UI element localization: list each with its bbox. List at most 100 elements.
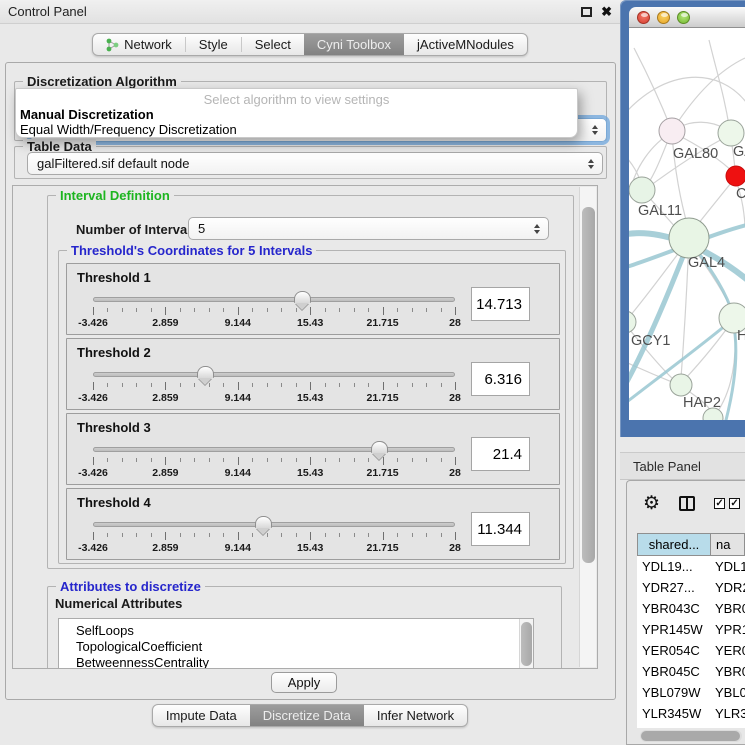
table-row[interactable]: YIL052CYIL0	[637, 724, 745, 728]
table-row[interactable]: YLR345WYLR3	[637, 703, 745, 724]
table-horizontal-scrollbar[interactable]	[640, 730, 742, 742]
network-node[interactable]	[718, 120, 744, 146]
tick-label: 2.859	[135, 542, 195, 554]
attribute-list-item[interactable]: BetweennessCentrality	[59, 655, 533, 669]
checkbox-group: ✓ ✓	[714, 498, 740, 509]
network-node[interactable]	[669, 218, 709, 258]
stepper-icon	[534, 224, 540, 234]
cell-name: YER0	[711, 643, 745, 658]
tick-label: 2.859	[135, 467, 195, 479]
popup-placeholder: Select algorithm to view settings	[16, 92, 577, 107]
checkbox-icon[interactable]: ✓	[714, 498, 725, 509]
checkbox-icon[interactable]: ✓	[729, 498, 740, 509]
network-node[interactable]	[726, 166, 745, 186]
zoom-traffic-light-icon[interactable]	[677, 11, 690, 24]
tick-label: 15.43	[280, 317, 340, 329]
apply-button[interactable]: Apply	[271, 672, 337, 693]
tab-label: Network	[124, 37, 172, 52]
node-label: C	[736, 186, 745, 202]
tick-label: 15.43	[280, 392, 340, 404]
slider-track[interactable]	[93, 447, 455, 452]
column-header[interactable]: shared...	[637, 533, 711, 556]
cyni-toolbox-panel: Discretization Algorithm Select algorith…	[5, 62, 616, 700]
num-intervals-combo[interactable]: 5	[188, 217, 549, 240]
numerical-attributes-list[interactable]: SelfLoopsTopologicalCoefficientBetweenne…	[58, 618, 534, 669]
threshold-label: Threshold 1	[77, 270, 151, 285]
minimize-traffic-light-icon[interactable]	[657, 11, 670, 24]
threshold-value-field[interactable]: 11.344	[471, 512, 530, 546]
slider-thumb[interactable]	[197, 366, 214, 378]
threshold-slider[interactable]: -3.4262.8599.14415.4321.71528	[93, 365, 455, 407]
network-node[interactable]	[629, 177, 655, 203]
node-label: GAL4	[688, 255, 725, 271]
table-row[interactable]: YDL19...YDL1	[637, 556, 745, 577]
gear-icon[interactable]: ⚙	[643, 494, 660, 513]
close-icon[interactable]: ✖	[601, 5, 612, 18]
tick-label: -3.426	[63, 392, 123, 404]
attributes-list-scrollbar[interactable]	[519, 619, 533, 669]
column-header[interactable]: na	[711, 533, 745, 556]
group-table-data: Table Data galFiltered.sif default node	[14, 146, 607, 179]
cell-shared-name: YBR043C	[637, 601, 711, 616]
columns-icon[interactable]	[679, 496, 695, 511]
num-intervals-value: 5	[198, 221, 205, 236]
tab-network[interactable]: Network	[93, 34, 185, 55]
popup-item-equal-width-frequency[interactable]: Equal Width/Frequency Discretization	[16, 122, 577, 137]
cell-name: YDL1	[711, 559, 745, 574]
tab-discretize-data[interactable]: Discretize Data	[250, 705, 364, 726]
threshold-value-field[interactable]: 14.713	[471, 287, 530, 321]
float-window-icon[interactable]	[581, 7, 592, 17]
group-attributes: Attributes to discretize Numerical Attri…	[47, 586, 562, 669]
slider-thumb[interactable]	[255, 516, 272, 528]
table-row[interactable]: YBR043CYBR0	[637, 598, 745, 619]
network-canvas[interactable]: GAL80GAGAL11CGAL4GCY1HHAP2	[629, 28, 745, 420]
threshold-value-field[interactable]: 21.4	[471, 437, 530, 471]
popup-item-manual-discretization[interactable]: Manual Discretization	[16, 107, 577, 122]
bottom-tab-strip: Impute DataDiscretize DataInfer Network	[152, 704, 468, 727]
threshold-slider[interactable]: -3.4262.8599.14415.4321.71528	[93, 440, 455, 482]
table-row[interactable]: YBR045CYBR0	[637, 661, 745, 682]
threshold-value-field[interactable]: 6.316	[471, 362, 530, 396]
cell-shared-name: YIL052C	[637, 727, 711, 728]
slider-thumb[interactable]	[294, 291, 311, 303]
table-row[interactable]: YBL079WYBL0	[637, 682, 745, 703]
network-node[interactable]	[629, 311, 636, 333]
top-tab-strip: Network StyleSelectCyni ToolboxjActiveMNo…	[92, 33, 528, 56]
slider-thumb[interactable]	[371, 441, 388, 453]
node-table: shared...na YDL19...YDL1YDR27...YDR2YBR0…	[637, 533, 745, 744]
tick-label: 9.144	[208, 467, 268, 479]
slider-track[interactable]	[93, 372, 455, 377]
group-title: Discretization Algorithm	[23, 74, 181, 89]
table-panel-titlebar: Table Panel	[620, 452, 745, 480]
threshold-panel: Threshold 1 -3.4262.8599.14415.4321.7152…	[66, 263, 560, 335]
tab-style[interactable]: Style	[186, 34, 241, 55]
settings-scrollbar[interactable]	[579, 187, 596, 667]
network-window-titlebar[interactable]	[629, 7, 745, 28]
node-label: GAL80	[673, 146, 718, 162]
table-row[interactable]: YER054CYER0	[637, 640, 745, 661]
table-data-combo[interactable]: galFiltered.sif default node	[27, 152, 603, 175]
slider-track[interactable]	[93, 297, 455, 302]
attribute-list-item[interactable]: SelfLoops	[59, 623, 533, 639]
cell-name: YIL0	[711, 727, 745, 728]
tick-label: 21.715	[353, 542, 413, 554]
network-node[interactable]	[659, 118, 685, 144]
table-row[interactable]: YDR27...YDR2	[637, 577, 745, 598]
tab-select[interactable]: Select	[242, 34, 304, 55]
table-row[interactable]: YPR145WYPR1	[637, 619, 745, 640]
tab-jactivemnodules[interactable]: jActiveMNodules	[404, 34, 527, 55]
close-traffic-light-icon[interactable]	[637, 11, 650, 24]
network-node[interactable]	[670, 374, 692, 396]
tick-label: 21.715	[353, 392, 413, 404]
cell-name: YPR1	[711, 622, 745, 637]
threshold-slider[interactable]: -3.4262.8599.14415.4321.71528	[93, 515, 455, 557]
attribute-list-item[interactable]: TopologicalCoefficient	[59, 639, 533, 655]
tab-infer-network[interactable]: Infer Network	[364, 705, 467, 726]
node-label: HAP2	[683, 395, 721, 411]
threshold-slider[interactable]: -3.4262.8599.14415.4321.71528	[93, 290, 455, 332]
tick-label: 2.859	[135, 317, 195, 329]
tab-impute-data[interactable]: Impute Data	[153, 705, 250, 726]
slider-track[interactable]	[93, 522, 455, 527]
tab-cyni-toolbox[interactable]: Cyni Toolbox	[304, 34, 404, 55]
group-title: Interval Definition	[56, 188, 174, 203]
